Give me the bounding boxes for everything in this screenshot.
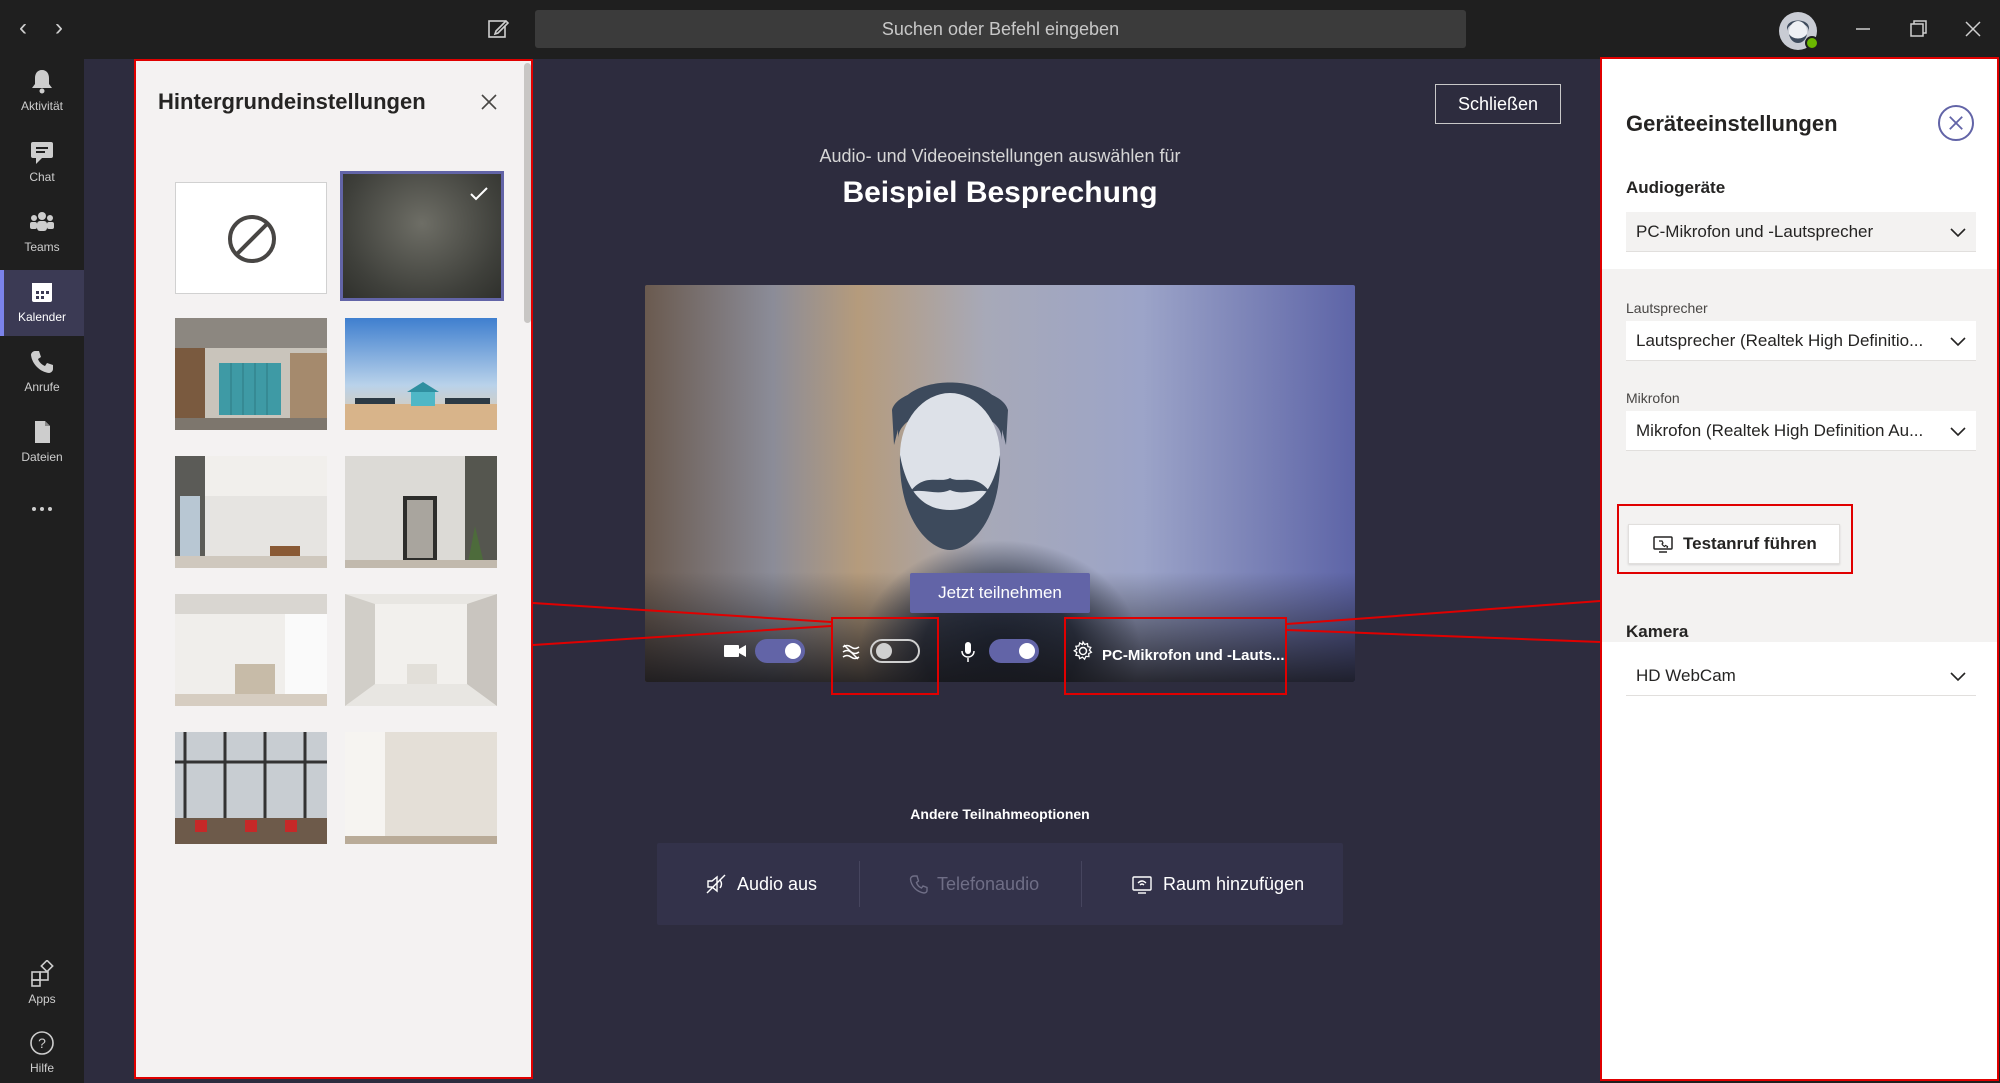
microphone-select[interactable]: Mikrofon (Realtek High Definition Au... <box>1626 411 1976 451</box>
help-icon: ? <box>30 1031 54 1055</box>
phone-audio-option: Telefonaudio <box>909 843 1039 925</box>
rail-item-calendar[interactable]: Kalender <box>0 270 84 336</box>
rail-item-activity[interactable]: Aktivität <box>0 59 84 125</box>
more-apps-button[interactable] <box>0 489 84 529</box>
search-input[interactable]: Suchen oder Befehl eingeben <box>535 10 1466 48</box>
background-option-mirror-room[interactable] <box>345 456 497 568</box>
other-join-options-label: Andere Teilnahmeoptionen <box>910 806 1090 822</box>
close-button[interactable]: Schließen <box>1435 84 1561 124</box>
microphone-icon <box>961 642 975 662</box>
audio-off-option[interactable]: Audio aus <box>705 843 817 925</box>
prejoin-subtitle: Audio- und Videoeinstellungen auswählen … <box>819 146 1181 166</box>
background-option-cafe[interactable] <box>175 732 327 844</box>
background-option-white-room[interactable] <box>175 456 327 568</box>
camera-label: Kamera <box>1626 622 1689 641</box>
camera-value: HD WebCam <box>1636 666 1736 685</box>
camera-icon <box>724 645 746 657</box>
background-option-loft[interactable] <box>175 594 327 706</box>
apps-icon <box>31 960 54 987</box>
audio-device-value: PC-Mikrofon und -Lautsprecher <box>1636 222 1874 241</box>
chat-icon <box>31 142 53 164</box>
background-option-office[interactable] <box>175 318 327 430</box>
rail-label: Hilfe <box>29 1061 54 1075</box>
rail-label: Kalender <box>17 310 67 324</box>
option-label: Raum hinzufügen <box>1163 874 1305 894</box>
microphone-label: Mikrofon <box>1626 390 1680 406</box>
rail-item-files[interactable]: Dateien <box>0 410 84 476</box>
rail-item-calls[interactable]: Anrufe <box>0 340 84 406</box>
rail-label: Teams <box>24 240 60 254</box>
camera-toggle[interactable] <box>755 639 805 663</box>
speaker-label: Lautsprecher <box>1626 300 1708 316</box>
background-option-studio[interactable] <box>345 594 497 706</box>
forward-arrow-icon[interactable]: › <box>46 15 72 41</box>
no-background-icon <box>228 215 276 263</box>
option-label: Audio aus <box>737 874 818 894</box>
background-settings-panel: Hintergrundeinstellungen <box>134 59 533 1079</box>
close-icon[interactable] <box>1938 105 1974 141</box>
other-join-options-bar: Audio aus Telefonaudio Raum hinzufügen <box>657 843 1343 925</box>
teams-icon <box>30 212 54 231</box>
camera-select[interactable]: HD WebCam <box>1626 656 1976 696</box>
background-option-plain-wall[interactable] <box>345 732 497 844</box>
app-rail: Aktivität Chat Teams Kalender Anrufe Dat… <box>0 59 84 1083</box>
background-option-beach[interactable] <box>345 318 497 430</box>
more-icon <box>32 507 52 511</box>
audio-devices-label: Audiogeräte <box>1626 178 1726 197</box>
chevron-down-icon <box>1950 672 1966 682</box>
rail-item-apps[interactable]: Apps <box>0 952 84 1018</box>
chevron-down-icon <box>1950 427 1966 437</box>
speaker-select[interactable]: Lautsprecher (Realtek High Definitio... <box>1626 321 1976 361</box>
add-room-option[interactable]: Raum hinzufügen <box>1131 843 1304 925</box>
close-window-icon[interactable] <box>1958 14 1988 44</box>
join-now-button[interactable]: Jetzt teilnehmen <box>910 573 1090 613</box>
rail-label: Chat <box>29 170 55 184</box>
rail-label: Aktivität <box>20 99 63 113</box>
minimize-icon[interactable] <box>1848 14 1878 44</box>
phone-icon <box>909 875 928 894</box>
microphone-value: Mikrofon (Realtek High Definition Au... <box>1636 421 1924 440</box>
title-bar: ‹ › Suchen oder Befehl eingeben <box>0 0 2000 59</box>
presence-status-icon <box>1805 36 1819 50</box>
speaker-off-icon <box>706 874 726 894</box>
close-icon[interactable] <box>478 91 500 113</box>
panel-title: Geräteeinstellungen <box>1626 111 1838 136</box>
chevron-down-icon <box>1950 228 1966 238</box>
checkmark-icon <box>470 187 488 201</box>
meeting-title: Beispiel Besprechung <box>842 176 1158 209</box>
rail-item-chat[interactable]: Chat <box>0 130 84 196</box>
background-option-none[interactable] <box>175 182 327 294</box>
option-label: Telefonaudio <box>937 874 1040 894</box>
option-separator <box>1081 861 1082 907</box>
scrollbar[interactable] <box>524 63 531 323</box>
microphone-toggle[interactable] <box>989 639 1039 663</box>
annotation-box-test-call <box>1617 504 1853 574</box>
file-icon <box>35 421 50 443</box>
svg-text:?: ? <box>38 1035 46 1051</box>
panel-title: Hintergrundeinstellungen <box>158 89 426 114</box>
audio-device-select[interactable]: PC-Mikrofon und -Lautsprecher <box>1626 212 1976 252</box>
bell-icon <box>32 70 52 94</box>
background-option-blur[interactable] <box>340 171 504 301</box>
rail-label: Apps <box>28 992 56 1006</box>
option-separator <box>859 861 860 907</box>
phone-icon <box>31 351 53 373</box>
rail-label: Anrufe <box>24 380 60 394</box>
room-icon <box>1132 876 1152 894</box>
default-avatar-icon <box>892 382 1008 550</box>
rail-item-help[interactable]: ? Hilfe <box>0 1021 84 1083</box>
calendar-icon <box>32 283 52 302</box>
rail-item-teams[interactable]: Teams <box>0 200 84 266</box>
rail-label: Dateien <box>21 450 63 464</box>
chevron-down-icon <box>1950 337 1966 347</box>
back-arrow-icon[interactable]: ‹ <box>10 15 36 41</box>
annotation-box-blur <box>831 617 939 695</box>
compose-icon[interactable] <box>484 14 514 44</box>
annotation-box-device <box>1064 617 1287 695</box>
speaker-value: Lautsprecher (Realtek High Definitio... <box>1636 331 1924 350</box>
restore-icon[interactable] <box>1903 14 1933 44</box>
